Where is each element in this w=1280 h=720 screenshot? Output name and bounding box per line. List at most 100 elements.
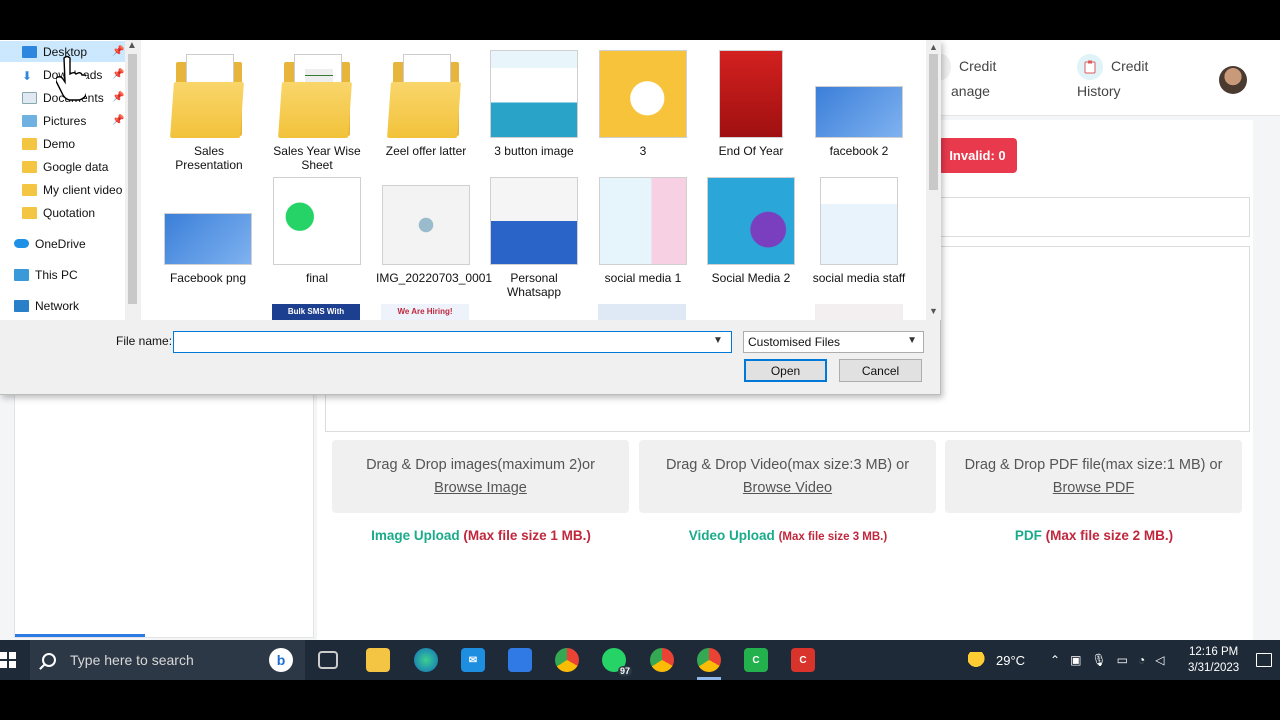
clock[interactable]: 12:16 PM 3/31/2023	[1188, 644, 1239, 676]
file-item[interactable]: facebook 2	[809, 86, 909, 158]
scroll-up-icon[interactable]: ▲	[127, 40, 137, 51]
task-view-icon[interactable]	[318, 651, 338, 669]
recipient-field[interactable]	[940, 197, 1250, 237]
file-name: Personal Whatsapp	[506, 271, 562, 299]
image-upload-size: (Max file size 1 MB.)	[463, 528, 591, 543]
video-upload-size: (Max file size 3 MB.)	[778, 531, 888, 543]
credit-manage-link[interactable]: Credit anage	[931, 54, 997, 104]
hiring-thumbnail[interactable]: We Are Hiring!	[381, 304, 469, 320]
recorder-icon[interactable]: C	[791, 648, 815, 672]
windows-start-icon[interactable]	[0, 652, 16, 668]
file-item[interactable]: Facebook png	[158, 213, 258, 285]
nav-item-pictures[interactable]: Pictures 📌	[22, 110, 124, 131]
volume-icon[interactable]: ◁	[1155, 653, 1174, 667]
whatsapp-icon[interactable]: 97	[602, 648, 632, 676]
camtasia-icon[interactable]: C	[744, 648, 768, 672]
documents-icon	[22, 91, 37, 104]
cancel-button[interactable]: Cancel	[839, 359, 922, 382]
nav-item-this-pc[interactable]: This PC	[14, 264, 78, 285]
bulk-sms-thumbnail[interactable]: Bulk SMS With	[272, 304, 360, 320]
file-item[interactable]: 3	[593, 50, 693, 158]
open-button[interactable]: Open	[744, 359, 827, 382]
battery-icon[interactable]: ▭	[1117, 653, 1138, 667]
folder-icon	[22, 206, 37, 219]
taskbar-search[interactable]: Type here to search b	[30, 640, 305, 680]
folder-icon	[22, 183, 37, 196]
browse-pdf-link[interactable]: Browse PDF	[1053, 477, 1134, 500]
edge-icon[interactable]	[414, 648, 438, 672]
mail-icon[interactable]: ✉	[461, 648, 485, 672]
file-name: 3 button image	[494, 144, 574, 158]
pin-icon: 📌	[112, 115, 125, 126]
file-item[interactable]: 3 button image	[484, 50, 584, 158]
image-thumbnail	[164, 213, 252, 265]
nav-scrollbar[interactable]: ▲	[125, 40, 140, 320]
weather-widget[interactable]: 29°C	[968, 640, 1025, 680]
letterbox-top	[0, 0, 1280, 40]
file-item[interactable]: social media staff	[809, 177, 909, 285]
file-item[interactable]: final	[267, 177, 367, 285]
nav-item-my-client-video[interactable]: My client video	[22, 179, 122, 200]
system-tray-icons[interactable]: ⌃ ▣ 🎙 ▭ ◔ ◁	[1050, 640, 1174, 680]
files-scrollbar[interactable]: ▲ ▼	[926, 40, 941, 320]
chrome-active-icon[interactable]	[697, 648, 721, 672]
file-name: End Of Year	[718, 144, 784, 158]
bing-icon[interactable]: b	[269, 648, 293, 672]
image-thumbnail[interactable]	[598, 304, 686, 320]
image-thumbnail	[599, 177, 687, 265]
image-thumbnail[interactable]	[815, 304, 903, 320]
nav-item-quotation[interactable]: Quotation	[22, 202, 95, 223]
video-drop-zone[interactable]: Drag & Drop Video(max size:3 MB) or Brow…	[639, 440, 936, 513]
nav-item-google-data[interactable]: Google data	[22, 156, 108, 177]
credit-history-link[interactable]: Credit History	[1077, 54, 1148, 104]
browse-video-link[interactable]: Browse Video	[743, 477, 832, 500]
nav-item-demo[interactable]: Demo	[22, 133, 75, 154]
image-thumbnail	[273, 177, 361, 265]
folder-thumbnail: PDF	[387, 54, 465, 138]
nav-label: Pictures	[43, 113, 87, 128]
file-item[interactable]: End Of Year	[701, 50, 801, 158]
image-thumbnail	[490, 50, 578, 138]
file-open-dialog: Desktop 📌 ⬇ Downloads 📌 Documents 📌 Pict…	[0, 40, 941, 395]
chrome-icon[interactable]	[555, 648, 579, 672]
chevron-up-icon[interactable]: ⌃	[1050, 653, 1070, 667]
scroll-up-icon[interactable]: ▲	[929, 42, 938, 52]
file-name-input[interactable]	[173, 331, 732, 353]
file-type-filter[interactable]: Customised Files ▼	[743, 331, 924, 353]
wifi-icon[interactable]: ◔	[1138, 653, 1155, 667]
files-scroll-thumb[interactable]	[929, 54, 938, 190]
file-item[interactable]: Personal Whatsapp	[484, 177, 584, 299]
nav-item-onedrive[interactable]: OneDrive	[14, 233, 86, 254]
chevron-down-icon[interactable]: ▼	[713, 335, 723, 346]
image-drop-text: Drag & Drop images(maximum 2)or	[366, 457, 595, 473]
microphone-icon[interactable]: 🎙	[1091, 653, 1116, 667]
pdf-drop-zone[interactable]: Drag & Drop PDF file(max size:1 MB) or B…	[945, 440, 1242, 513]
credit-history-line2: History	[1077, 83, 1121, 99]
notification-icon[interactable]	[1256, 653, 1272, 667]
file-name: 3	[639, 144, 647, 158]
file-item[interactable]: Sales Year Wise Sheet	[267, 54, 367, 172]
file-item[interactable]: PDF Sales Presentation	[159, 54, 259, 172]
image-drop-zone[interactable]: Drag & Drop images(maximum 2)or Browse I…	[332, 440, 629, 513]
store-icon[interactable]	[508, 648, 532, 672]
file-item[interactable]: social media 1	[593, 177, 693, 285]
file-item[interactable]: Social Media 2	[701, 177, 801, 285]
scroll-down-icon[interactable]: ▼	[929, 306, 938, 316]
nav-item-network[interactable]: Network	[14, 295, 79, 316]
nav-scroll-thumb[interactable]	[128, 54, 137, 304]
chrome-profile-icon[interactable]	[650, 648, 674, 672]
user-avatar[interactable]	[1219, 66, 1247, 94]
nav-label: Google data	[43, 159, 109, 174]
image-upload-title: Image Upload	[371, 528, 460, 543]
file-item[interactable]: PDF Zeel offer latter	[376, 54, 476, 158]
file-list-pane: PDF Sales Presentation Sales Year Wise S…	[141, 40, 926, 320]
meet-icon[interactable]: ▣	[1070, 653, 1091, 667]
file-item[interactable]: IMG_20220703_0001	[376, 185, 492, 285]
browse-image-link[interactable]: Browse Image	[434, 477, 527, 500]
file-name: final	[305, 271, 328, 285]
invalid-count-badge: Invalid: 0	[938, 138, 1017, 173]
credit-manage-line1: Credit	[959, 58, 997, 74]
search-icon	[42, 653, 56, 667]
file-explorer-icon[interactable]	[366, 648, 390, 672]
cloud-icon	[14, 239, 29, 248]
